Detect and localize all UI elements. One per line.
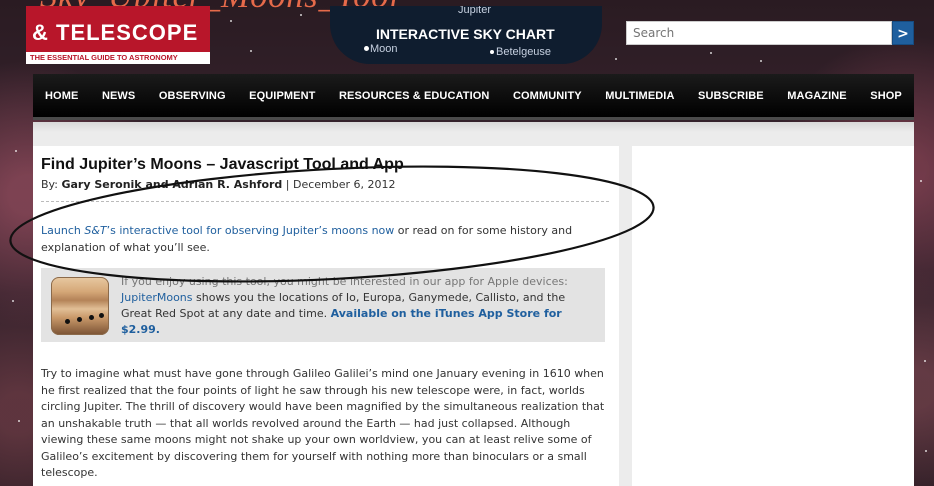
app-promo-box: If you enjoy using this tool, you might … bbox=[41, 268, 605, 342]
launch-tool-link[interactable]: Launch S&T’s interactive tool for observ… bbox=[41, 224, 394, 237]
byline-date: December 6, 2012 bbox=[293, 178, 396, 191]
nav-item-community[interactable]: COMMUNITY bbox=[513, 90, 582, 102]
nav-item-equipment[interactable]: EQUIPMENT bbox=[249, 90, 315, 102]
launch-link-em: S&T bbox=[84, 224, 107, 237]
nav-item-news[interactable]: NEWS bbox=[102, 90, 135, 102]
moon-dot-icon bbox=[364, 46, 369, 51]
main-nav: HOME NEWS OBSERVING EQUIPMENT RESOURCES … bbox=[33, 74, 914, 120]
byline-authors[interactable]: Gary Seronik and Adrian R. Ashford bbox=[61, 178, 282, 191]
sky-chart-title: INTERACTIVE SKY CHART bbox=[376, 26, 555, 42]
search-submit-button[interactable]: > bbox=[892, 21, 914, 45]
chart-label-jupiter: Jupiter bbox=[458, 6, 492, 16]
star-dot-icon bbox=[490, 50, 494, 54]
nav-item-home[interactable]: HOME bbox=[45, 90, 78, 102]
article-byline: By: Gary Seronik and Adrian R. Ashford |… bbox=[41, 178, 609, 191]
article-panel: Find Jupiter’s Moons – Javascript Tool a… bbox=[33, 146, 619, 486]
nav-item-magazine[interactable]: MAGAZINE bbox=[787, 90, 846, 102]
nav-item-subscribe[interactable]: SUBSCRIBE bbox=[698, 90, 764, 102]
byline-separator: | bbox=[282, 178, 293, 191]
nav-item-shop[interactable]: SHOP bbox=[870, 90, 902, 102]
search-box bbox=[626, 21, 892, 45]
nav-item-observing[interactable]: OBSERVING bbox=[159, 90, 226, 102]
sidebar-panel bbox=[632, 146, 914, 486]
app-promo-text: If you enjoy using this tool, you might … bbox=[121, 274, 599, 338]
article-lead: Launch S&T’s interactive tool for observ… bbox=[41, 222, 609, 256]
article: Find Jupiter’s Moons – Javascript Tool a… bbox=[41, 156, 609, 482]
search-input[interactable] bbox=[627, 22, 877, 44]
nav-item-resources-education[interactable]: RESOURCES & EDUCATION bbox=[339, 90, 489, 102]
site-logo[interactable]: & TELESCOPE THE ESSENTIAL GUIDE TO ASTRO… bbox=[26, 6, 210, 64]
launch-link-suffix: ’s interactive tool for observing Jupite… bbox=[106, 224, 395, 237]
launch-link-prefix: Launch bbox=[41, 224, 85, 237]
jupitermoons-app-link[interactable]: JupiterMoons bbox=[121, 291, 193, 304]
sky-chart-banner[interactable]: Jupiter INTERACTIVE SKY CHART Moon Betel… bbox=[330, 6, 602, 64]
nav-item-multimedia[interactable]: MULTIMEDIA bbox=[605, 90, 674, 102]
promo-intro: If you enjoy using this tool, you might … bbox=[121, 275, 568, 288]
nav-shadow bbox=[33, 122, 914, 132]
article-body: Try to imagine what must have gone throu… bbox=[41, 367, 605, 479]
logo-brand: & TELESCOPE bbox=[32, 20, 199, 45]
chart-label-betelgeuse: Betelgeuse bbox=[496, 46, 552, 58]
logo-tagline: THE ESSENTIAL GUIDE TO ASTRONOMY bbox=[26, 52, 210, 64]
byline-prefix: By: bbox=[41, 178, 62, 191]
article-title: Find Jupiter’s Moons – Javascript Tool a… bbox=[41, 156, 404, 173]
divider bbox=[41, 201, 609, 202]
jupiter-app-icon[interactable] bbox=[51, 277, 109, 335]
chart-label-moon: Moon bbox=[370, 43, 398, 55]
